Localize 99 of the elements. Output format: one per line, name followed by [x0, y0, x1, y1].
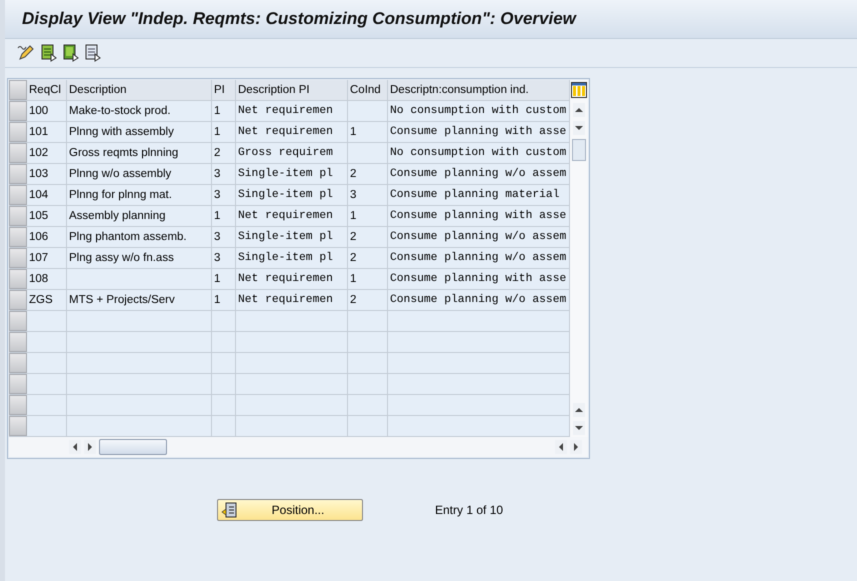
table-cell: Consume planning with asse: [388, 269, 570, 289]
scroll-thumb[interactable]: [99, 439, 167, 455]
position-button[interactable]: Position...: [217, 499, 363, 521]
scroll-up-icon[interactable]: [573, 103, 586, 117]
scroll-thumb[interactable]: [572, 139, 586, 161]
table-cell: Single-item pl: [236, 248, 348, 268]
select-all-button[interactable]: [9, 80, 27, 100]
pencil-icon[interactable]: [17, 44, 35, 62]
window-title: Display View "Indep. Reqmts: Customizing Consumption": Overview: [22, 9, 576, 29]
table-cell: 100: [27, 101, 67, 121]
table-cell: Consume planning with asse: [388, 206, 570, 226]
table-cell: 108: [27, 269, 67, 289]
table-cell: Plnng for plnng mat.: [67, 185, 212, 205]
table-cell: 107: [27, 248, 67, 268]
table-cell: Consume planning material: [388, 185, 570, 205]
table-cell: 3: [212, 227, 236, 247]
table-cell: Gross requirem: [236, 143, 348, 163]
table-arrow-icon[interactable]: [63, 44, 79, 62]
column-header[interactable]: Description PI: [236, 80, 348, 100]
column-header[interactable]: PI: [212, 80, 236, 100]
table-cell: No consumption with custom: [388, 101, 570, 121]
table-cell: 3: [348, 185, 388, 205]
table-cell: Gross reqmts plnning: [67, 143, 212, 163]
table-cell: No consumption with custom: [388, 143, 570, 163]
table-cell: 2: [348, 248, 388, 268]
table-cell: 1: [212, 290, 236, 310]
column-settings-icon[interactable]: [571, 82, 588, 98]
table-cell: Plng phantom assemb.: [67, 227, 212, 247]
row-selector[interactable]: [9, 185, 27, 205]
table-cell: 104: [27, 185, 67, 205]
table-cell: 1: [348, 269, 388, 289]
table-cell: Single-item pl: [236, 164, 348, 184]
scroll-down-icon[interactable]: [573, 421, 586, 435]
table-cell: Plng assy w/o fn.ass: [67, 248, 212, 268]
column-header[interactable]: ReqCl: [27, 80, 67, 100]
table-cell: 106: [27, 227, 67, 247]
row-selector[interactable]: [9, 416, 27, 436]
row-selector[interactable]: [9, 206, 27, 226]
row-selector[interactable]: [9, 143, 27, 163]
table-cell: 101: [27, 122, 67, 142]
row-selector[interactable]: [9, 290, 27, 310]
row-selector[interactable]: [9, 353, 27, 373]
table-cell: 3: [212, 248, 236, 268]
table-cell: Single-item pl: [236, 227, 348, 247]
table-cell: 1: [348, 122, 388, 142]
row-selector[interactable]: [9, 332, 27, 352]
table-cell: 2: [348, 164, 388, 184]
table-cell: 1: [348, 206, 388, 226]
scroll-down-icon[interactable]: [573, 121, 586, 135]
table-cell: Make-to-stock prod.: [67, 101, 212, 121]
table-cell: 1: [212, 269, 236, 289]
column-header[interactable]: CoInd: [348, 80, 388, 100]
table-cell: 2: [212, 143, 236, 163]
table-cell: 2: [348, 290, 388, 310]
row-selector[interactable]: [9, 101, 27, 121]
scroll-left-icon[interactable]: [69, 440, 81, 454]
table-cell: Net requiremen: [236, 206, 348, 226]
table-cell: 103: [27, 164, 67, 184]
table-cell: ZGS: [27, 290, 67, 310]
table-cell: Net requiremen: [236, 101, 348, 121]
table-cell: 105: [27, 206, 67, 226]
position-icon: [221, 502, 237, 518]
row-selector[interactable]: [9, 269, 27, 289]
row-selector[interactable]: [9, 227, 27, 247]
scroll-right-icon[interactable]: [570, 440, 582, 454]
column-header[interactable]: Descriptn:consumption ind.: [388, 80, 570, 100]
table-cell: Net requiremen: [236, 290, 348, 310]
table-cell: 3: [212, 164, 236, 184]
row-selector[interactable]: [9, 395, 27, 415]
scroll-up-icon[interactable]: [573, 403, 586, 417]
table-cell: 3: [212, 185, 236, 205]
table-cell: Consume planning w/o assem: [388, 248, 570, 268]
table-cell: Single-item pl: [236, 185, 348, 205]
table-cell: 102: [27, 143, 67, 163]
table-cell: Plnng with assembly: [67, 122, 212, 142]
table-cell: 1: [212, 101, 236, 121]
table-cell: Plnng w/o assembly: [67, 164, 212, 184]
table-cell: 1: [212, 122, 236, 142]
table-cell: Net requiremen: [236, 269, 348, 289]
table-cell: 2: [348, 227, 388, 247]
table-cell: MTS + Projects/Serv: [67, 290, 212, 310]
row-selector[interactable]: [9, 374, 27, 394]
scroll-right-icon[interactable]: [84, 440, 96, 454]
document-arrow-icon[interactable]: [85, 44, 101, 62]
table-cell: Consume planning w/o assem: [388, 164, 570, 184]
column-header[interactable]: Description: [67, 80, 212, 100]
table-cell: Consume planning with asse: [388, 122, 570, 142]
row-selector[interactable]: [9, 311, 27, 331]
row-selector[interactable]: [9, 248, 27, 268]
table-cell: Assembly planning: [67, 206, 212, 226]
row-selector[interactable]: [9, 164, 27, 184]
scroll-left-icon[interactable]: [555, 440, 567, 454]
row-selector[interactable]: [9, 122, 27, 142]
entry-count: Entry 1 of 10: [435, 503, 504, 517]
table-cell: Consume planning w/o assem: [388, 290, 570, 310]
table-cell: Net requiremen: [236, 122, 348, 142]
table-cell: 1: [212, 206, 236, 226]
table-arrow-icon[interactable]: [41, 44, 57, 62]
table-cell: Consume planning w/o assem: [388, 227, 570, 247]
